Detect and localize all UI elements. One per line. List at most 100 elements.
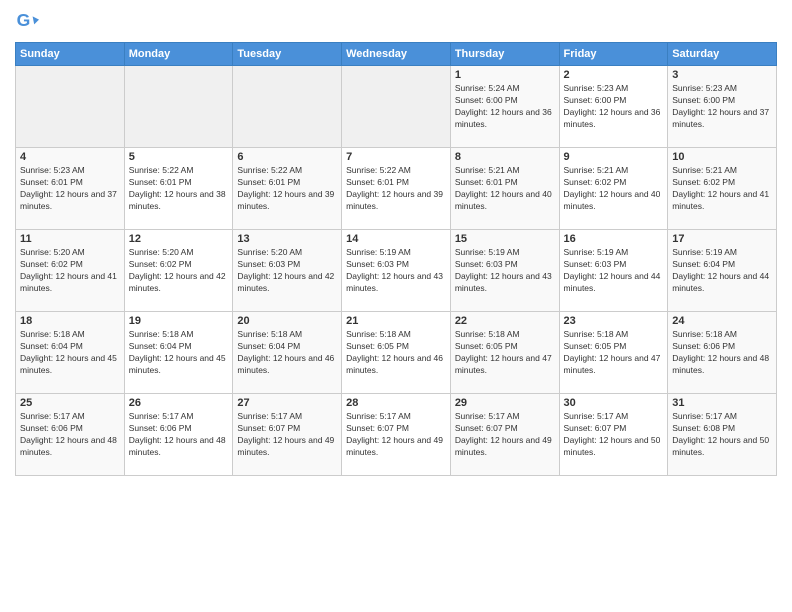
- day-info: Sunrise: 5:17 AMSunset: 6:07 PMDaylight:…: [346, 411, 446, 459]
- calendar-cell: [16, 66, 125, 148]
- day-number: 14: [346, 233, 446, 245]
- day-number: 2: [564, 69, 664, 81]
- calendar-week-row: 18 Sunrise: 5:18 AMSunset: 6:04 PMDayligh…: [16, 312, 777, 394]
- day-number: 19: [129, 315, 229, 327]
- calendar-cell: 24 Sunrise: 5:18 AMSunset: 6:06 PMDayligh…: [668, 312, 777, 394]
- day-number: 27: [237, 397, 337, 409]
- calendar-cell: 5 Sunrise: 5:22 AMSunset: 6:01 PMDaylight…: [124, 148, 233, 230]
- day-info: Sunrise: 5:23 AMSunset: 6:01 PMDaylight:…: [20, 165, 120, 213]
- day-number: 15: [455, 233, 555, 245]
- day-number: 9: [564, 151, 664, 163]
- calendar-cell: 6 Sunrise: 5:22 AMSunset: 6:01 PMDaylight…: [233, 148, 342, 230]
- day-number: 4: [20, 151, 120, 163]
- day-number: 21: [346, 315, 446, 327]
- day-info: Sunrise: 5:18 AMSunset: 6:04 PMDaylight:…: [129, 329, 229, 377]
- day-info: Sunrise: 5:19 AMSunset: 6:04 PMDaylight:…: [672, 247, 772, 295]
- calendar-cell: 30 Sunrise: 5:17 AMSunset: 6:07 PMDayligh…: [559, 394, 668, 476]
- calendar-cell: 16Sunrise: 5:19 AMSunset: 6:03 PMDayligh…: [559, 230, 668, 312]
- day-number: 24: [672, 315, 772, 327]
- day-info: Sunrise: 5:17 AMSunset: 6:06 PMDaylight:…: [20, 411, 120, 459]
- day-number: 13: [237, 233, 337, 245]
- day-info: Sunrise: 5:21 AMSunset: 6:02 PMDaylight:…: [564, 165, 664, 213]
- day-number: 11: [20, 233, 120, 245]
- calendar-cell: 8Sunrise: 5:21 AMSunset: 6:01 PMDaylight…: [450, 148, 559, 230]
- day-number: 7: [346, 151, 446, 163]
- calendar-cell: 18Sunrise: 5:18 AMSunset: 6:04 PMDayligh…: [16, 312, 125, 394]
- day-info: Sunrise: 5:18 AMSunset: 6:05 PMDaylight:…: [346, 329, 446, 377]
- day-number: 18: [20, 315, 120, 327]
- calendar-cell: 31 Sunrise: 5:17 AMSunset: 6:08 PMDayligh…: [668, 394, 777, 476]
- day-info: Sunrise: 5:18 AMSunset: 6:04 PMDaylight:…: [237, 329, 337, 377]
- logo: G: [15, 10, 43, 34]
- day-info: Sunrise: 5:21 AMSunset: 6:01 PMDaylight:…: [455, 165, 555, 213]
- day-number: 22: [455, 315, 555, 327]
- weekday-header: Thursday: [450, 43, 559, 66]
- calendar-cell: 17 Sunrise: 5:19 AMSunset: 6:04 PMDayligh…: [668, 230, 777, 312]
- day-info: Sunrise: 5:18 AMSunset: 6:05 PMDaylight:…: [564, 329, 664, 377]
- day-number: 6: [237, 151, 337, 163]
- calendar-cell: 11 Sunrise: 5:20 AMSunset: 6:02 PMDayligh…: [16, 230, 125, 312]
- calendar-cell: 22 Sunrise: 5:18 AMSunset: 6:05 PMDayligh…: [450, 312, 559, 394]
- day-number: 1: [455, 69, 555, 81]
- day-info: Sunrise: 5:17 AMSunset: 6:06 PMDaylight:…: [129, 411, 229, 459]
- calendar-cell: 27Sunrise: 5:17 AMSunset: 6:07 PMDayligh…: [233, 394, 342, 476]
- day-info: Sunrise: 5:19 AMSunset: 6:03 PMDaylight:…: [346, 247, 446, 295]
- calendar-cell: 19 Sunrise: 5:18 AMSunset: 6:04 PMDayligh…: [124, 312, 233, 394]
- day-info: Sunrise: 5:23 AMSunset: 6:00 PMDaylight:…: [672, 83, 772, 131]
- day-number: 25: [20, 397, 120, 409]
- day-number: 3: [672, 69, 772, 81]
- day-number: 10: [672, 151, 772, 163]
- calendar-cell: 1 Sunrise: 5:24 AMSunset: 6:00 PMDaylight…: [450, 66, 559, 148]
- day-info: Sunrise: 5:23 AMSunset: 6:00 PMDaylight:…: [564, 83, 664, 131]
- day-number: 26: [129, 397, 229, 409]
- day-info: Sunrise: 5:22 AMSunset: 6:01 PMDaylight:…: [237, 165, 337, 213]
- day-info: Sunrise: 5:17 AMSunset: 6:07 PMDaylight:…: [455, 411, 555, 459]
- calendar-cell: 3 Sunrise: 5:23 AMSunset: 6:00 PMDaylight…: [668, 66, 777, 148]
- day-info: Sunrise: 5:20 AMSunset: 6:02 PMDaylight:…: [129, 247, 229, 295]
- day-info: Sunrise: 5:22 AMSunset: 6:01 PMDaylight:…: [129, 165, 229, 213]
- calendar-week-row: 11 Sunrise: 5:20 AMSunset: 6:02 PMDayligh…: [16, 230, 777, 312]
- logo-icon: G: [15, 10, 39, 34]
- calendar-cell: 23Sunrise: 5:18 AMSunset: 6:05 PMDayligh…: [559, 312, 668, 394]
- calendar-cell: 2 Sunrise: 5:23 AMSunset: 6:00 PMDaylight…: [559, 66, 668, 148]
- calendar-week-row: 4 Sunrise: 5:23 AMSunset: 6:01 PMDaylight…: [16, 148, 777, 230]
- calendar-cell: 26 Sunrise: 5:17 AMSunset: 6:06 PMDayligh…: [124, 394, 233, 476]
- calendar-cell: 28 Sunrise: 5:17 AMSunset: 6:07 PMDayligh…: [342, 394, 451, 476]
- day-info: Sunrise: 5:18 AMSunset: 6:05 PMDaylight:…: [455, 329, 555, 377]
- day-number: 5: [129, 151, 229, 163]
- day-info: Sunrise: 5:19 AMSunset: 6:03 PMDaylight:…: [455, 247, 555, 295]
- day-info: Sunrise: 5:17 AMSunset: 6:08 PMDaylight:…: [672, 411, 772, 459]
- calendar-cell: [342, 66, 451, 148]
- calendar-cell: 15 Sunrise: 5:19 AMSunset: 6:03 PMDayligh…: [450, 230, 559, 312]
- calendar-cell: 29Sunrise: 5:17 AMSunset: 6:07 PMDayligh…: [450, 394, 559, 476]
- calendar-week-row: 1 Sunrise: 5:24 AMSunset: 6:00 PMDaylight…: [16, 66, 777, 148]
- day-info: Sunrise: 5:17 AMSunset: 6:07 PMDaylight:…: [564, 411, 664, 459]
- calendar-cell: [233, 66, 342, 148]
- svg-text:G: G: [17, 10, 31, 30]
- calendar-week-row: 25 Sunrise: 5:17 AMSunset: 6:06 PMDayligh…: [16, 394, 777, 476]
- day-number: 31: [672, 397, 772, 409]
- weekday-header: Wednesday: [342, 43, 451, 66]
- calendar-cell: 14 Sunrise: 5:19 AMSunset: 6:03 PMDayligh…: [342, 230, 451, 312]
- day-number: 28: [346, 397, 446, 409]
- day-info: Sunrise: 5:24 AMSunset: 6:00 PMDaylight:…: [455, 83, 555, 131]
- calendar-cell: 7 Sunrise: 5:22 AMSunset: 6:01 PMDaylight…: [342, 148, 451, 230]
- day-number: 16: [564, 233, 664, 245]
- day-number: 17: [672, 233, 772, 245]
- calendar-cell: 20 Sunrise: 5:18 AMSunset: 6:04 PMDayligh…: [233, 312, 342, 394]
- weekday-header: Monday: [124, 43, 233, 66]
- page-container: G SundayMondayTuesdayWednesdayThursdayFr…: [0, 0, 792, 486]
- day-number: 30: [564, 397, 664, 409]
- calendar-cell: 13Sunrise: 5:20 AMSunset: 6:03 PMDayligh…: [233, 230, 342, 312]
- day-info: Sunrise: 5:18 AMSunset: 6:06 PMDaylight:…: [672, 329, 772, 377]
- day-number: 20: [237, 315, 337, 327]
- day-info: Sunrise: 5:20 AMSunset: 6:02 PMDaylight:…: [20, 247, 120, 295]
- calendar-cell: [124, 66, 233, 148]
- calendar-cell: 10 Sunrise: 5:21 AMSunset: 6:02 PMDayligh…: [668, 148, 777, 230]
- calendar-cell: 21 Sunrise: 5:18 AMSunset: 6:05 PMDayligh…: [342, 312, 451, 394]
- day-info: Sunrise: 5:21 AMSunset: 6:02 PMDaylight:…: [672, 165, 772, 213]
- calendar-header-row: SundayMondayTuesdayWednesdayThursdayFrid…: [16, 43, 777, 66]
- calendar-table: SundayMondayTuesdayWednesdayThursdayFrid…: [15, 42, 777, 476]
- day-info: Sunrise: 5:22 AMSunset: 6:01 PMDaylight:…: [346, 165, 446, 213]
- calendar-cell: 25 Sunrise: 5:17 AMSunset: 6:06 PMDayligh…: [16, 394, 125, 476]
